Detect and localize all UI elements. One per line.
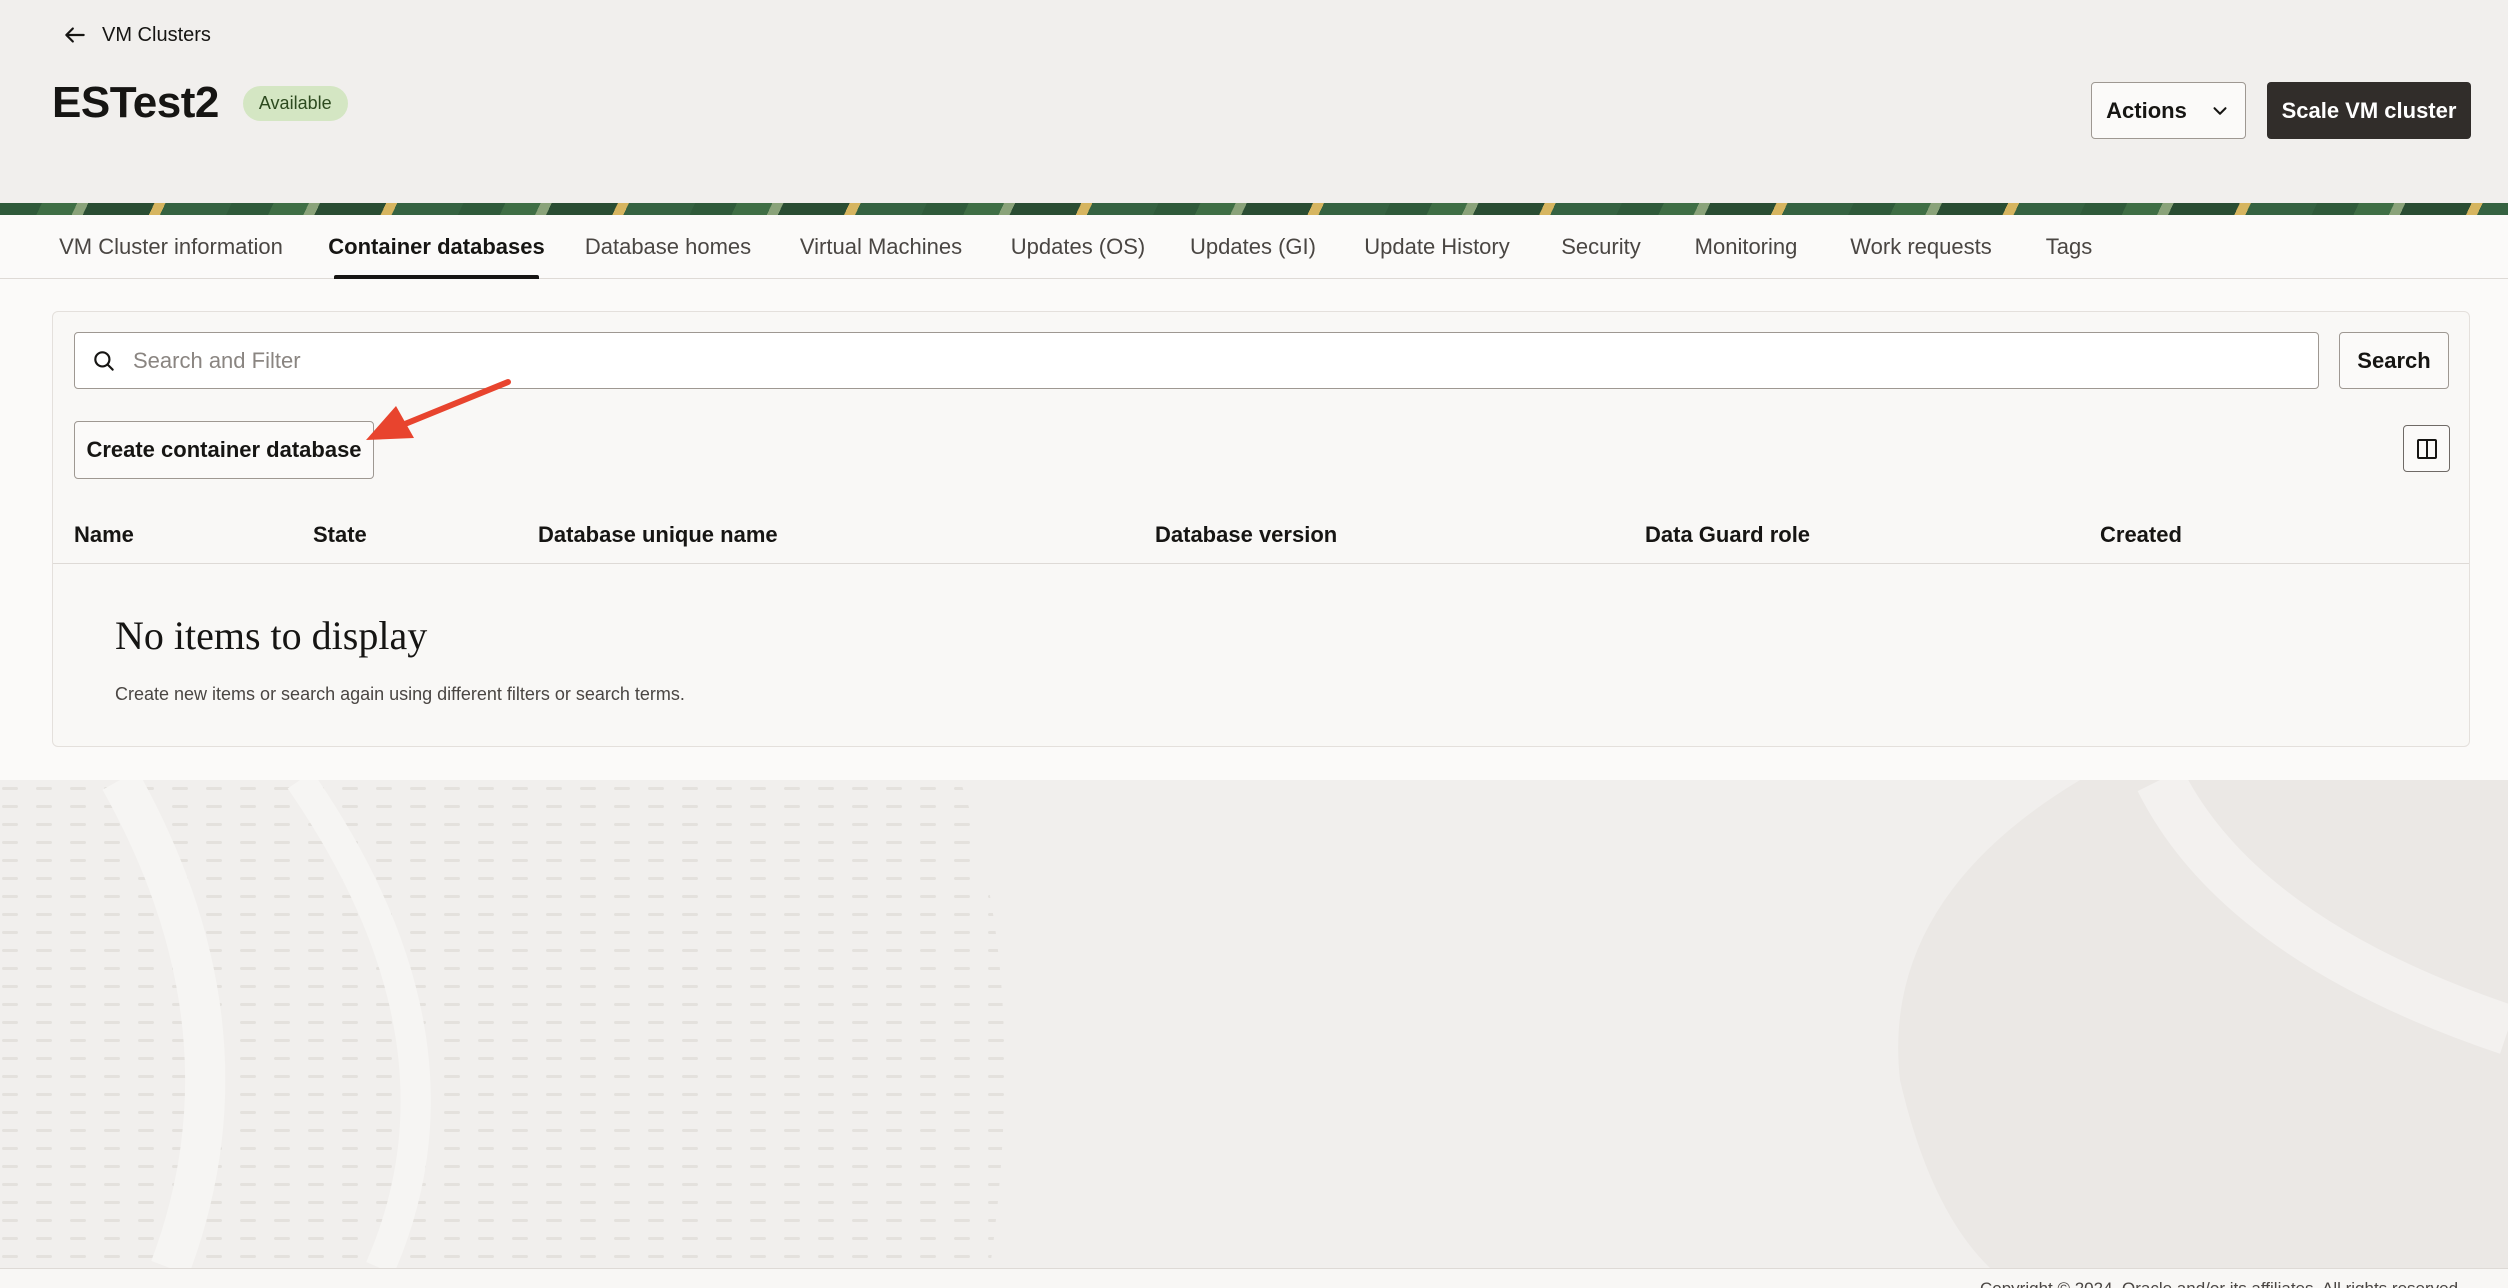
page-header: VM Clusters ESTest2 Available Actions Sc… [0,0,2508,203]
tab-virtual-machines[interactable]: Virtual Machines [798,215,964,279]
tab-update-history[interactable]: Update History [1362,215,1512,279]
page-title: ESTest2 [52,78,219,127]
tab-bar: VM Cluster information Container databas… [0,215,2508,279]
tab-updates-gi[interactable]: Updates (GI) [1190,215,1316,279]
create-container-database-button[interactable]: Create container database [74,421,374,479]
actions-button-label: Actions [2106,97,2187,123]
title-row: ESTest2 Available [52,78,348,128]
tab-security[interactable]: Security [1559,215,1643,279]
tab-monitoring[interactable]: Monitoring [1690,215,1802,279]
tab-database-homes[interactable]: Database homes [585,215,751,279]
column-header-database-version[interactable]: Database version [1155,522,1337,548]
copyright-text: Copyright © 2024, Oracle and/or its affi… [1980,1279,2463,1288]
back-link-label: VM Clusters [102,23,211,46]
decorative-background [0,780,2508,1268]
manage-columns-button[interactable] [2403,425,2450,472]
empty-state-title: No items to display [115,613,428,658]
table-header: Name State Database unique name Database… [53,508,2469,564]
actions-menu-button[interactable]: Actions [2091,82,2246,139]
tab-updates-os[interactable]: Updates (OS) [1011,215,1146,279]
empty-state-description: Create new items or search again using d… [115,684,685,704]
tab-work-requests[interactable]: Work requests [1850,215,1992,279]
status-badge: Available [242,85,348,121]
main-content: Search Create container database Name St… [0,279,2508,780]
annotation-arrow [366,379,511,440]
search-icon [94,350,114,371]
columns-icon [2416,438,2437,459]
tab-container-databases[interactable]: Container databases [328,215,545,279]
tab-vm-cluster-information[interactable]: VM Cluster information [56,215,286,279]
column-header-state[interactable]: State [313,522,367,548]
column-header-name[interactable]: Name [74,522,134,548]
back-to-vm-clusters-link[interactable]: VM Clusters [62,22,211,48]
column-header-database-unique-name[interactable]: Database unique name [538,522,778,548]
decorative-banner [0,203,2508,215]
tab-tags[interactable]: Tags [2045,215,2093,279]
page-footer: Copyright © 2024, Oracle and/or its affi… [0,1268,2508,1288]
arrow-left-icon [65,27,85,43]
column-header-created[interactable]: Created [2100,522,2182,548]
search-button[interactable]: Search [2339,332,2449,389]
chevron-down-icon [2213,106,2227,115]
search-input[interactable] [133,347,2318,374]
scale-vm-cluster-button[interactable]: Scale VM cluster [2267,82,2471,139]
column-header-data-guard-role[interactable]: Data Guard role [1645,522,1810,548]
